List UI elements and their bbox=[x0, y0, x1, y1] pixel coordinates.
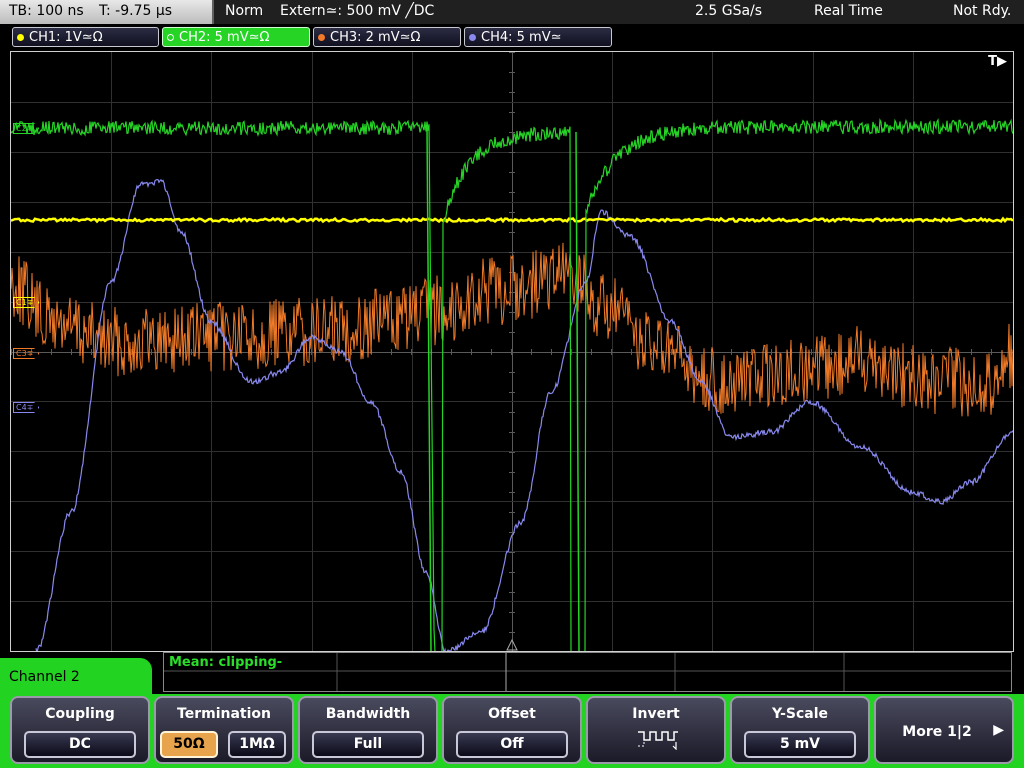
ch1-offset-marker[interactable]: C1∓ bbox=[13, 297, 40, 308]
channel-tabs: CH1: 1V≃Ω CH2: 5 mV≃Ω CH3: 2 mV≃Ω CH4: 5… bbox=[0, 24, 1024, 50]
ch4-color-dot bbox=[469, 33, 476, 41]
invert-softkey[interactable]: Invert bbox=[586, 696, 726, 764]
invert-title: Invert bbox=[632, 706, 680, 722]
bandwidth-title: Bandwidth bbox=[325, 706, 411, 722]
yscale-softkey[interactable]: Y-Scale 5 mV bbox=[730, 696, 870, 764]
ch3-offset-marker[interactable]: C3∓ bbox=[13, 348, 40, 359]
ch2-trace-edge bbox=[575, 131, 580, 651]
ch4-trace bbox=[35, 178, 1013, 651]
bandwidth-value[interactable]: Full bbox=[312, 731, 424, 758]
ch2-trace-edge bbox=[426, 127, 432, 651]
acquisition-mode: Real Time bbox=[814, 3, 883, 19]
trigger-mode[interactable]: Norm bbox=[225, 3, 263, 19]
measurement-panel: Mean: clipping- bbox=[163, 652, 1012, 692]
ch2-label: CH2: 5 mV≃Ω bbox=[179, 29, 270, 45]
coupling-softkey[interactable]: Coupling DC bbox=[10, 696, 150, 764]
measurement-result: Mean: clipping- bbox=[169, 655, 283, 670]
trigger-position-indicator: T▶ bbox=[988, 54, 1007, 69]
chevron-right-icon: ▶ bbox=[993, 722, 1004, 738]
waveform-canvas bbox=[11, 52, 1013, 651]
trigger-time-readout: T: -9.75 µs bbox=[99, 3, 173, 19]
ch2-color-dot bbox=[167, 33, 174, 41]
offset-title: Offset bbox=[488, 706, 536, 722]
yscale-title: Y-Scale bbox=[771, 706, 828, 722]
tab-ch1[interactable]: CH1: 1V≃Ω bbox=[12, 27, 159, 47]
termination-50ohm-option[interactable]: 50Ω bbox=[160, 731, 218, 758]
waveform-display[interactable]: T▶ C2∓ C1∓ C3∓ C4∓ bbox=[10, 51, 1014, 652]
termination-title: Termination bbox=[177, 706, 271, 722]
ch2-offset-marker[interactable]: C2∓ bbox=[13, 123, 40, 134]
coupling-title: Coupling bbox=[45, 706, 115, 722]
menu-title-tab: Channel 2 bbox=[0, 658, 152, 698]
tab-ch2[interactable]: CH2: 5 mV≃Ω bbox=[162, 27, 310, 47]
ch3-label: CH3: 2 mV≃Ω bbox=[330, 29, 421, 45]
bandwidth-softkey[interactable]: Bandwidth Full bbox=[298, 696, 438, 764]
offset-value[interactable]: Off bbox=[456, 731, 568, 758]
ch4-offset-marker[interactable]: C4∓ bbox=[13, 402, 40, 413]
ch1-color-dot bbox=[17, 33, 24, 41]
measurement-grid bbox=[164, 653, 1011, 691]
run-status: Not Rdy. bbox=[953, 3, 1012, 19]
status-bar: TB: 100 ns T: -9.75 µs Norm Extern≃: 500… bbox=[0, 0, 1024, 24]
ch3-color-dot bbox=[318, 33, 325, 41]
more-label: More 1|2 bbox=[902, 724, 972, 740]
termination-1mohm-option[interactable]: 1MΩ bbox=[228, 731, 286, 758]
ch4-label: CH4: 5 mV≃ bbox=[481, 29, 562, 45]
sample-rate: 2.5 GSa/s bbox=[695, 3, 763, 19]
tab-ch3[interactable]: CH3: 2 mV≃Ω bbox=[313, 27, 461, 47]
timebase-box[interactable]: TB: 100 ns T: -9.75 µs bbox=[0, 0, 214, 24]
menu-title: Channel 2 bbox=[9, 669, 80, 685]
timebase-readout: TB: 100 ns bbox=[9, 3, 84, 19]
more-softkey[interactable]: More 1|2 ▶ bbox=[874, 696, 1014, 764]
offset-softkey[interactable]: Offset Off bbox=[442, 696, 582, 764]
coupling-value[interactable]: DC bbox=[24, 731, 136, 758]
yscale-value[interactable]: 5 mV bbox=[744, 731, 856, 758]
ch1-label: CH1: 1V≃Ω bbox=[29, 29, 103, 45]
invert-waveform-icon bbox=[638, 731, 678, 750]
trigger-source[interactable]: Extern≃: 500 mV ╱DC bbox=[280, 3, 434, 19]
softkey-bar: Coupling DC Termination 50Ω 1MΩ Bandwidt… bbox=[0, 694, 1024, 768]
tab-ch4[interactable]: CH4: 5 mV≃ bbox=[464, 27, 612, 47]
termination-softkey[interactable]: Termination 50Ω 1MΩ bbox=[154, 696, 294, 764]
